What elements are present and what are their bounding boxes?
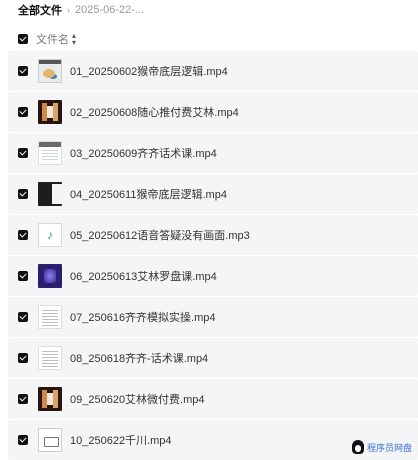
file-checkbox[interactable] xyxy=(18,312,28,322)
audio-file-icon: ♪ xyxy=(38,223,62,247)
sort-icon[interactable]: ▴ ▾ xyxy=(72,32,76,47)
file-name[interactable]: 10_250622千川.mp4 xyxy=(70,432,172,448)
file-checkbox[interactable] xyxy=(18,435,28,445)
video-thumbnail-icon xyxy=(38,346,62,370)
penguin-logo-icon xyxy=(351,440,364,454)
breadcrumb: 全部文件 › 2025-06-22-... xyxy=(18,2,144,18)
file-checkbox[interactable] xyxy=(18,271,28,281)
video-thumbnail-icon xyxy=(38,305,62,329)
file-list: 01_20250602猴帝底层逻辑.mp4 02_20250608随心推付费艾林.… xyxy=(8,51,418,460)
file-row[interactable]: 06_20250613艾林罗盘课.mp4 xyxy=(8,256,418,296)
video-thumbnail-icon xyxy=(38,387,62,411)
file-name[interactable]: 07_250616齐齐模拟实操.mp4 xyxy=(70,309,216,325)
select-all-checkbox[interactable] xyxy=(18,34,28,44)
file-row[interactable]: 01_20250602猴帝底层逻辑.mp4 xyxy=(8,51,418,91)
file-row[interactable]: 07_250616齐齐模拟实操.mp4 xyxy=(8,297,418,337)
breadcrumb-current-folder: 2025-06-22-... xyxy=(75,4,145,16)
file-checkbox[interactable] xyxy=(18,66,28,76)
file-checkbox[interactable] xyxy=(18,148,28,158)
video-thumbnail-icon xyxy=(38,100,62,124)
video-thumbnail-icon xyxy=(38,59,62,83)
watermark: 程序员网盘 xyxy=(351,440,412,454)
file-name[interactable]: 06_20250613艾林罗盘课.mp4 xyxy=(70,268,217,284)
video-thumbnail-icon xyxy=(38,428,62,452)
file-row[interactable]: 04_20250611猴帝底层逻辑.mp4 xyxy=(8,174,418,214)
column-header-filename[interactable]: 文件名 xyxy=(36,31,69,47)
file-checkbox[interactable] xyxy=(18,394,28,404)
file-name[interactable]: 02_20250608随心推付费艾林.mp4 xyxy=(70,104,239,120)
video-thumbnail-icon xyxy=(38,141,62,165)
file-row[interactable]: 03_20250609齐齐话术课.mp4 xyxy=(8,133,418,173)
file-name[interactable]: 04_20250611猴帝底层逻辑.mp4 xyxy=(70,186,227,202)
video-thumbnail-icon xyxy=(38,264,62,288)
video-thumbnail-icon xyxy=(38,182,62,206)
file-row[interactable]: 02_20250608随心推付费艾林.mp4 xyxy=(8,92,418,132)
file-checkbox[interactable] xyxy=(18,353,28,363)
file-name[interactable]: 09_250620艾林微付费.mp4 xyxy=(70,391,205,407)
file-name[interactable]: 08_250618齐齐-话术课.mp4 xyxy=(70,350,208,366)
file-name[interactable]: 05_20250612语音答疑没有画面.mp3 xyxy=(70,227,250,243)
breadcrumb-root-all-files[interactable]: 全部文件 xyxy=(18,2,62,18)
file-row[interactable]: 09_250620艾林微付费.mp4 xyxy=(8,379,418,419)
file-checkbox[interactable] xyxy=(18,189,28,199)
file-list-header: 文件名 ▴ ▾ xyxy=(18,31,76,47)
watermark-text: 程序员网盘 xyxy=(366,442,412,453)
file-row[interactable]: ♪ 05_20250612语音答疑没有画面.mp3 xyxy=(8,215,418,255)
file-checkbox[interactable] xyxy=(18,230,28,240)
breadcrumb-separator-icon: › xyxy=(67,5,70,15)
file-row[interactable]: 08_250618齐齐-话术课.mp4 xyxy=(8,338,418,378)
file-name[interactable]: 01_20250602猴帝底层逻辑.mp4 xyxy=(70,63,228,79)
file-name[interactable]: 03_20250609齐齐话术课.mp4 xyxy=(70,145,217,161)
file-checkbox[interactable] xyxy=(18,107,28,117)
